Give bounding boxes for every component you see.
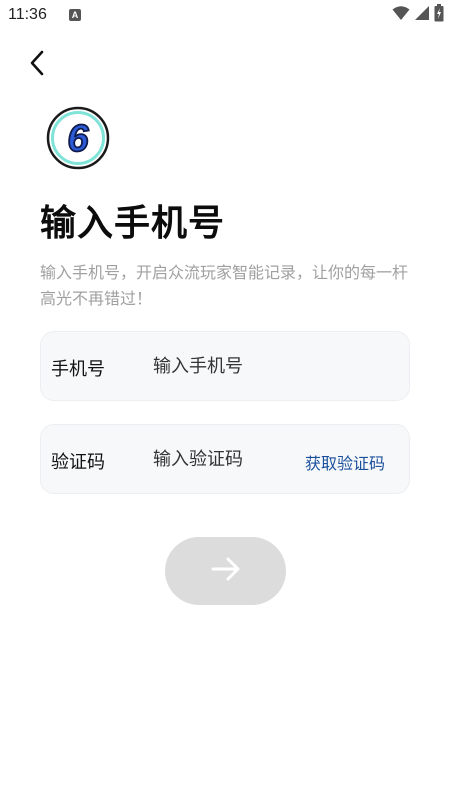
code-input[interactable] [153,443,293,475]
logo-text: 6 [67,118,89,160]
phone-input[interactable] [153,350,293,382]
status-bar: 11:36 A [0,0,452,32]
get-code-button[interactable]: 获取验证码 [305,450,385,474]
phone-field: 手机号 [40,331,410,401]
code-label: 验证码 [51,452,105,473]
page-title: 输入手机号 [40,203,226,244]
battery-icon [434,4,444,26]
chevron-left-icon [27,49,47,81]
page-subtitle: 输入手机号，开启众流玩家智能记录，让你的每一杆高光不再错过！ [40,263,409,308]
status-icons [392,4,444,26]
back-button[interactable] [20,48,54,82]
wifi-icon [392,5,410,25]
verification-code-field: 验证码 获取验证码 [40,424,410,494]
status-time: 11:36 [8,6,47,23]
phone-label: 手机号 [51,359,105,380]
signal-icon [414,5,430,25]
arrow-right-icon [210,555,242,587]
submit-button[interactable] [165,537,286,605]
app-logo: 6 [46,106,110,170]
app-notification-icon: A [69,9,81,21]
